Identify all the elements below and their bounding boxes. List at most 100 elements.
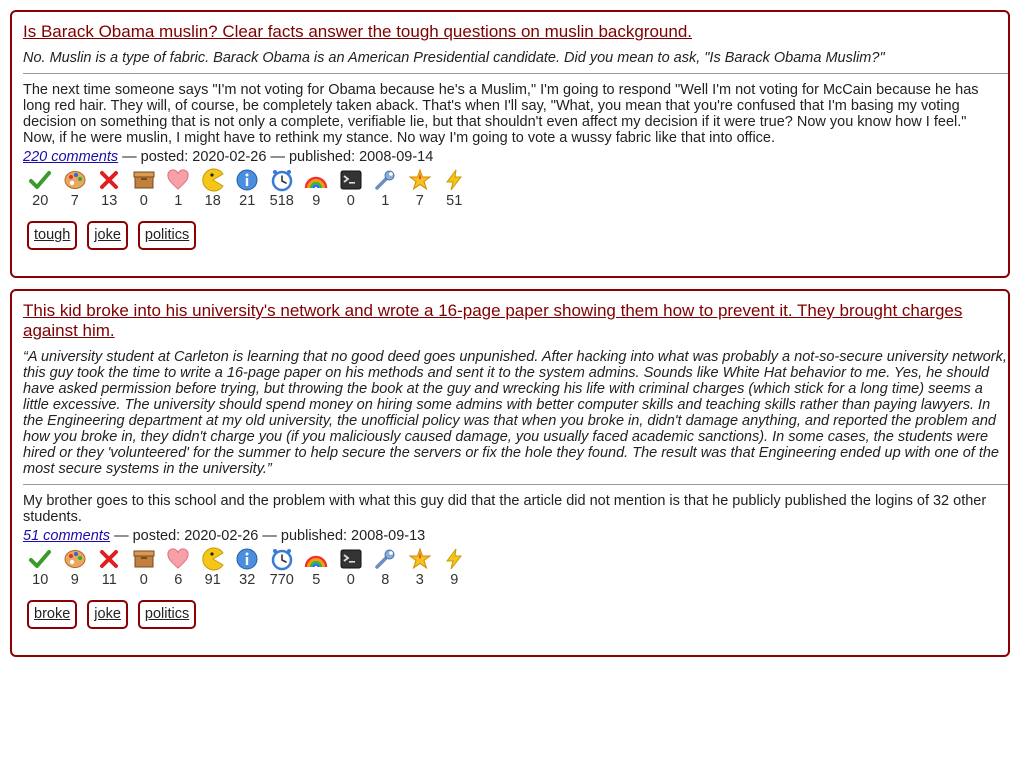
reaction-button[interactable]: 32	[230, 547, 265, 589]
wrench-icon	[373, 547, 397, 571]
reaction-count: 9	[70, 572, 79, 588]
reaction-button[interactable]: 1	[161, 168, 196, 210]
reaction-count: 0	[346, 193, 355, 209]
reaction-count: 7	[415, 193, 424, 209]
reaction-count: 0	[139, 572, 148, 588]
post-meta: 220 comments — posted: 2020-02-26 — publ…	[23, 148, 1008, 166]
reaction-count: 91	[204, 572, 221, 588]
reaction-count: 8	[381, 572, 390, 588]
reaction-button[interactable]: 770	[265, 547, 300, 589]
reaction-button[interactable]: 1	[368, 168, 403, 210]
tag-button[interactable]: broke	[27, 600, 78, 629]
cross-icon	[97, 168, 121, 192]
reaction-button[interactable]: 10	[23, 547, 58, 589]
tag-button[interactable]: joke	[87, 600, 128, 629]
reaction-button[interactable]: 21	[230, 168, 265, 210]
reaction-button[interactable]: 0	[127, 547, 162, 589]
post-title-link[interactable]: This kid broke into his university's net…	[23, 301, 1008, 341]
reaction-count: 13	[101, 193, 118, 209]
terminal-icon	[339, 168, 363, 192]
tag-list: broke joke politics	[27, 600, 1008, 629]
info-icon	[235, 168, 259, 192]
reaction-count: 10	[32, 572, 49, 588]
reaction-button[interactable]: 9	[299, 168, 334, 210]
reaction-count: 9	[312, 193, 321, 209]
terminal-icon	[339, 547, 363, 571]
tag-button[interactable]: joke	[87, 221, 128, 250]
tag-button[interactable]: politics	[137, 221, 197, 250]
tag-button[interactable]: politics	[137, 600, 197, 629]
reaction-button[interactable]: 9	[58, 547, 93, 589]
tag-list: tough joke politics	[27, 221, 1008, 250]
reaction-button[interactable]: 9	[437, 547, 472, 589]
reaction-button[interactable]: 0	[334, 168, 369, 210]
info-icon	[235, 547, 259, 571]
post-dates: — posted: 2020-02-26 — published: 2008-0…	[110, 528, 426, 544]
wrench-icon	[373, 168, 397, 192]
reaction-button[interactable]: 6	[161, 547, 196, 589]
reactions-bar: 10 9 11 0 6 91 32 770 5 0 8 3 9	[23, 547, 1008, 589]
reaction-button[interactable]: 3	[403, 547, 438, 589]
tag-button[interactable]: tough	[27, 221, 78, 250]
pacman-icon	[201, 168, 225, 192]
rainbow-icon	[304, 547, 328, 571]
post-summary: “A university student at Carleton is lea…	[23, 349, 1007, 477]
check-icon	[28, 168, 52, 192]
reaction-count: 11	[101, 572, 117, 588]
lightning-icon	[442, 168, 466, 192]
reaction-button[interactable]: 8	[368, 547, 403, 589]
reaction-count: 7	[70, 193, 79, 209]
post-body: The next time someone says "I'm not voti…	[23, 82, 979, 146]
box-icon	[132, 547, 156, 571]
reaction-count: 1	[381, 193, 390, 209]
reaction-count: 51	[446, 193, 463, 209]
reaction-count: 21	[239, 193, 256, 209]
palette-icon	[63, 547, 87, 571]
reaction-count: 1	[174, 193, 183, 209]
post-title-link[interactable]: Is Barack Obama muslin? Clear facts answ…	[23, 22, 1008, 42]
star-burst-icon	[408, 547, 432, 571]
post-card: Is Barack Obama muslin? Clear facts answ…	[10, 10, 1010, 278]
reaction-count: 3	[415, 572, 424, 588]
comments-link[interactable]: 220 comments	[23, 149, 118, 165]
rainbow-icon	[304, 168, 328, 192]
reaction-button[interactable]: 18	[196, 168, 231, 210]
cross-icon	[97, 547, 121, 571]
check-icon	[28, 547, 52, 571]
clock-icon	[270, 547, 294, 571]
reaction-count: 9	[450, 572, 459, 588]
reaction-button[interactable]: 51	[437, 168, 472, 210]
star-burst-icon	[408, 168, 432, 192]
reaction-button[interactable]: 20	[23, 168, 58, 210]
reaction-button[interactable]: 5	[299, 547, 334, 589]
reaction-count: 18	[204, 193, 221, 209]
reactions-bar: 20 7 13 0 1 18 21 518 9 0 1 7 51	[23, 168, 1008, 210]
post-card: This kid broke into his university's net…	[10, 289, 1010, 657]
reaction-button[interactable]: 0	[127, 168, 162, 210]
post-dates: — posted: 2020-02-26 — published: 2008-0…	[118, 149, 434, 165]
comments-link[interactable]: 51 comments	[23, 528, 110, 544]
reaction-button[interactable]: 518	[265, 168, 300, 210]
post-body: My brother goes to this school and the p…	[23, 493, 987, 525]
box-icon	[132, 168, 156, 192]
reaction-button[interactable]: 7	[58, 168, 93, 210]
reaction-count: 518	[269, 193, 294, 209]
reaction-button[interactable]: 0	[334, 547, 369, 589]
reaction-button[interactable]: 11	[92, 547, 127, 589]
divider	[23, 484, 1008, 485]
reaction-button[interactable]: 7	[403, 168, 438, 210]
reaction-count: 6	[174, 572, 183, 588]
reaction-count: 32	[239, 572, 256, 588]
reaction-count: 0	[139, 193, 148, 209]
pacman-icon	[201, 547, 225, 571]
reaction-button[interactable]: 13	[92, 168, 127, 210]
reaction-count: 0	[346, 572, 355, 588]
post-summary: No. Muslin is a type of fabric. Barack O…	[23, 50, 885, 66]
reaction-button[interactable]: 91	[196, 547, 231, 589]
heart-icon	[166, 168, 190, 192]
palette-icon	[63, 168, 87, 192]
post-meta: 51 comments — posted: 2020-02-26 — publi…	[23, 527, 1008, 545]
heart-icon	[166, 547, 190, 571]
reaction-count: 5	[312, 572, 321, 588]
lightning-icon	[442, 547, 466, 571]
